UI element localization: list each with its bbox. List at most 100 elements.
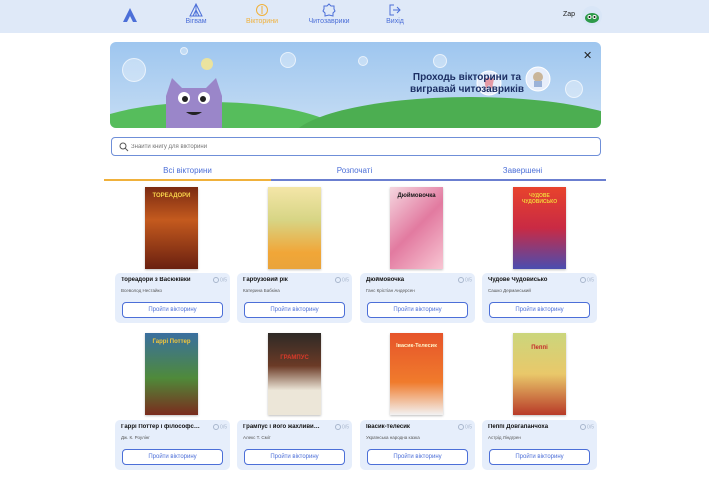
nav-item-vigvam[interactable]: Вігвам: [166, 3, 226, 25]
score-icon: [458, 277, 465, 283]
card-score: 0/5: [458, 424, 472, 430]
bubble: [565, 80, 583, 98]
logo-icon[interactable]: [121, 6, 139, 24]
quiz-card: Грампус і його жахливий ... Алекс Т. Смі…: [237, 420, 352, 470]
nav-item-label: Читозаврики: [308, 18, 350, 25]
quiz-card: Чудове Чудовисько Сашко Дерманський 0/5 …: [482, 273, 597, 323]
score-value: 0/5: [465, 424, 472, 431]
tab-all-quizzes[interactable]: Всі вікторини: [104, 166, 271, 175]
book-cover[interactable]: Гаррі Поттер: [145, 333, 198, 415]
bubble: [122, 58, 146, 82]
card-score: 0/5: [213, 424, 227, 430]
score-value: 0/5: [465, 277, 472, 284]
tab-completed[interactable]: Завершені: [439, 166, 606, 175]
book-cover[interactable]: Дюймовочка: [390, 187, 443, 269]
card-title: Грампус і його жахливий ...: [243, 424, 323, 430]
card-author: Українська народна казка: [366, 435, 420, 440]
book-cover[interactable]: Івасик-Телесик: [390, 333, 443, 415]
nav-item-label: Вігвам: [185, 18, 207, 25]
user-name: Zap: [563, 11, 576, 18]
card-author: Алекс Т. Сміт: [243, 435, 271, 440]
quiz-icon: [256, 4, 268, 16]
score-value: 0/5: [587, 424, 594, 431]
bubble: [358, 56, 368, 66]
book-cover[interactable]: ГРАМПУС: [268, 333, 321, 415]
tab-underline-active: [104, 179, 271, 181]
badge-icon: [322, 3, 336, 17]
cover-title: ЧУДОВЕ ЧУДОВИСЬКО: [521, 193, 558, 205]
take-quiz-button[interactable]: Пройти вікторину: [122, 302, 223, 318]
card-author: Катерина Бабкіна: [243, 288, 280, 293]
card-score: 0/5: [580, 424, 594, 430]
search-icon: [119, 142, 129, 152]
card-title: Гаррі Поттер і філософсь...: [121, 424, 201, 430]
card-score: 0/5: [580, 277, 594, 283]
nav-item-logout[interactable]: Вихід: [365, 3, 425, 25]
card-author: Дж. К. Роулінг: [121, 435, 150, 440]
banner-text: Проходь вікторини та вигравай читозаврик…: [372, 72, 562, 96]
cover-title: Гаррі Поттер: [152, 339, 191, 345]
avatar-icon: [585, 13, 599, 23]
nav-item-chytozavryky[interactable]: Читозаврики: [299, 3, 359, 25]
quiz-card: Гаррі Поттер і філософсь... Дж. К. Роулі…: [115, 420, 230, 470]
bubble: [280, 52, 296, 68]
score-icon: [335, 277, 342, 283]
nav-item-label: Вікторини: [246, 18, 278, 25]
card-author: Всеволод Нестайко: [121, 288, 163, 293]
book-cover[interactable]: ТОРЕАДОРИ: [145, 187, 198, 269]
score-value: 0/5: [220, 424, 227, 431]
tab-started[interactable]: Розпочаті: [271, 166, 438, 175]
cover-title: Івасик-Телесик: [396, 343, 437, 349]
tab-label: Завершені: [502, 166, 543, 175]
take-quiz-button[interactable]: Пройти вікторину: [367, 449, 468, 465]
score-icon: [580, 277, 587, 283]
banner-line: Проходь вікторини та: [412, 72, 522, 83]
score-icon: [213, 277, 220, 283]
quiz-card: Тореадори з Васюківки Всеволод Нестайко …: [115, 273, 230, 323]
avatar[interactable]: [582, 6, 602, 26]
book-cover[interactable]: [268, 187, 321, 269]
take-quiz-button[interactable]: Пройти вікторину: [489, 449, 590, 465]
cover-title: Дюймовочка: [397, 193, 436, 199]
score-icon: [213, 424, 220, 430]
card-score: 0/5: [335, 424, 349, 430]
card-title: Чудове Чудовисько: [488, 277, 548, 283]
take-quiz-button[interactable]: Пройти вікторину: [244, 302, 345, 318]
card-author: Ганс Крістіан Андерсен: [366, 288, 415, 293]
take-quiz-button[interactable]: Пройти вікторину: [489, 302, 590, 318]
monster-mascot-icon: [166, 58, 222, 128]
cover-title: Пеппі: [531, 345, 548, 351]
quiz-card: Гарбузовий рік Катерина Бабкіна 0/5 Прой…: [237, 273, 352, 323]
quiz-card: Пеппі Довгапанчоха Астрід Ліндгрен 0/5 П…: [482, 420, 597, 470]
card-author: Сашко Дерманський: [488, 288, 531, 293]
score-icon: [335, 424, 342, 430]
quiz-card: Дюймовочка Ганс Крістіан Андерсен 0/5 Пр…: [360, 273, 475, 323]
card-score: 0/5: [335, 277, 349, 283]
quiz-card: Івасик-телесик Українська народна казка …: [360, 420, 475, 470]
tab-label: Розпочаті: [336, 166, 373, 175]
card-title: Івасик-телесик: [366, 424, 410, 430]
take-quiz-button[interactable]: Пройти вікторину: [122, 449, 223, 465]
tent-icon: [189, 3, 203, 17]
nav-item-quizzes[interactable]: Вікторини: [232, 3, 292, 25]
take-quiz-button[interactable]: Пройти вікторину: [244, 449, 345, 465]
close-icon[interactable]: ✕: [583, 49, 592, 62]
take-quiz-button[interactable]: Пройти вікторину: [367, 302, 468, 318]
cover-title: ГРАМПУС: [280, 355, 309, 361]
tab-label: Всі вікторини: [163, 166, 212, 175]
search-box: [111, 137, 601, 156]
banner-line: вигравай читозавриків: [409, 84, 525, 95]
bubble: [180, 47, 188, 55]
card-score: 0/5: [458, 277, 472, 283]
promo-banner: Проходь вікторини та вигравай читозаврик…: [110, 42, 601, 128]
logout-icon: [389, 4, 401, 16]
card-author: Астрід Ліндгрен: [488, 435, 521, 440]
score-icon: [458, 424, 465, 430]
tab-underline: [271, 179, 606, 181]
book-cover[interactable]: ЧУДОВЕ ЧУДОВИСЬКО: [513, 187, 566, 269]
search-input[interactable]: [131, 140, 591, 154]
card-title: Тореадори з Васюківки: [121, 277, 191, 283]
book-cover[interactable]: Пеппі: [513, 333, 566, 415]
card-score: 0/5: [213, 277, 227, 283]
card-title: Дюймовочка: [366, 277, 405, 283]
